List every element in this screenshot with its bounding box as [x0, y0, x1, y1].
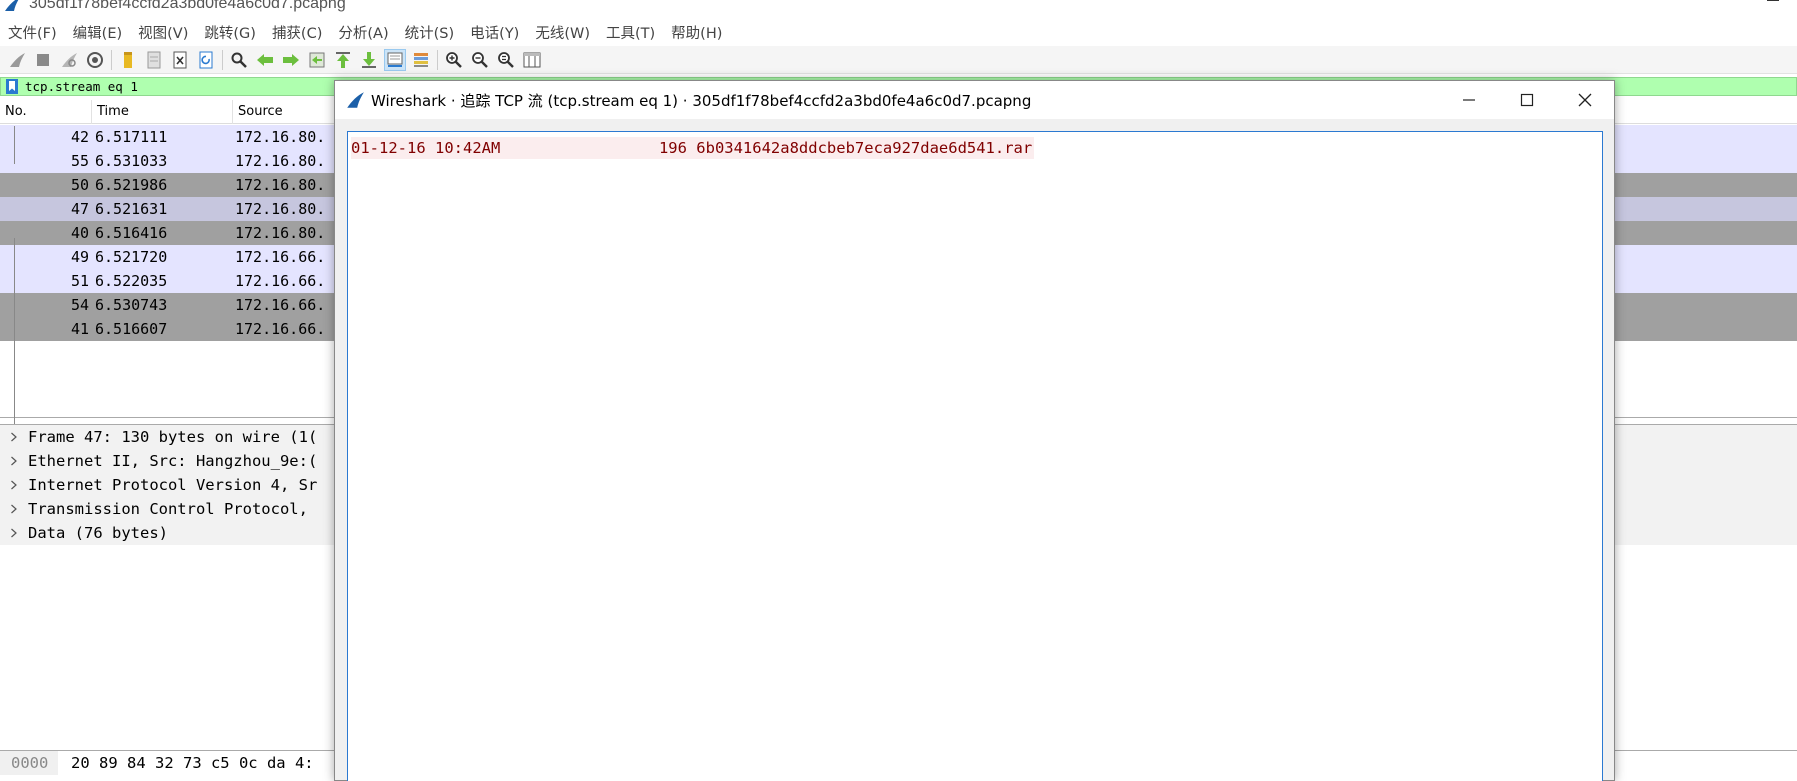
detail-tree-label: Frame 47: 130 bytes on wire (1(: [28, 428, 318, 446]
follow-tcp-stream-dialog: Wireshark · 追踪 TCP 流 (tcp.stream eq 1) ·…: [334, 80, 1615, 781]
packet-time: 6.531033: [95, 152, 168, 170]
detail-tree-label: Internet Protocol Version 4, Sr: [28, 476, 318, 494]
restart-capture-icon[interactable]: [58, 49, 80, 71]
chevron-right-icon[interactable]: [0, 480, 28, 490]
toolbar-separator: [437, 49, 438, 70]
bookmark-icon[interactable]: [5, 79, 19, 94]
bytes-hex[interactable]: 20 89 84 32 73 c5 0c da 4:: [71, 754, 314, 772]
menu-help[interactable]: 帮助(H): [663, 22, 730, 43]
detail-tree-label: Data (76 bytes): [28, 524, 168, 542]
packet-time: 6.522035: [95, 272, 168, 290]
packet-time: 6.521986: [95, 176, 168, 194]
bytes-offset: 0000: [0, 751, 58, 775]
packet-no: 50: [70, 176, 89, 194]
go-first-icon[interactable]: [332, 49, 354, 71]
menu-go[interactable]: 跳转(G): [196, 22, 264, 43]
autoscroll-icon[interactable]: [384, 48, 406, 71]
packet-time: 6.521631: [95, 200, 168, 218]
reload-file-icon[interactable]: [195, 49, 217, 71]
conversation-tree-line: [14, 126, 15, 164]
zoom-out-icon[interactable]: [469, 49, 491, 71]
stop-capture-icon[interactable]: [32, 49, 54, 71]
menu-statistics[interactable]: 统计(S): [397, 22, 463, 43]
menu-tools[interactable]: 工具(T): [598, 22, 663, 43]
menu-analyze[interactable]: 分析(A): [330, 22, 396, 43]
shark-fin-start-icon[interactable]: [6, 49, 28, 71]
minimize-icon: [1463, 99, 1475, 101]
dialog-close-button[interactable]: [1556, 81, 1614, 119]
go-forward-icon[interactable]: [280, 49, 302, 71]
close-icon: [1578, 93, 1592, 107]
detail-tree-label: Ethernet II, Src: Hangzhou_9e:(: [28, 452, 318, 470]
zoom-normal-icon[interactable]: [495, 49, 517, 71]
display-filter-input[interactable]: tcp.stream eq 1: [25, 79, 138, 94]
find-packet-icon[interactable]: [228, 49, 250, 71]
column-header-no[interactable]: No.: [0, 99, 92, 124]
menu-file[interactable]: 文件(F): [0, 22, 65, 43]
menu-telephony[interactable]: 电话(Y): [462, 22, 527, 43]
main-window-titlebar: 305df1f78bef4ccfd2a3bd0fe4a6c0d7.pcapng: [0, 0, 1797, 14]
main-window-title: 305df1f78bef4ccfd2a3bd0fe4a6c0d7.pcapng: [29, 0, 346, 12]
packet-time: 6.517111: [95, 128, 168, 146]
open-file-icon[interactable]: [117, 49, 139, 71]
packet-time: 6.521720: [95, 248, 168, 266]
packet-time: 6.516607: [95, 320, 168, 338]
menu-edit[interactable]: 编辑(E): [65, 22, 130, 43]
zoom-in-icon[interactable]: [443, 49, 465, 71]
chevron-right-icon[interactable]: [0, 432, 28, 442]
maximize-icon: [1520, 93, 1534, 107]
wireshark-fin-icon: [5, 0, 19, 11]
dialog-title: Wireshark · 追踪 TCP 流 (tcp.stream eq 1) ·…: [371, 91, 1032, 110]
packet-no: 47: [70, 200, 89, 218]
packet-time: 6.516416: [95, 224, 168, 242]
detail-tree-label: Transmission Control Protocol,: [28, 500, 308, 518]
packet-time: 6.530743: [95, 296, 168, 314]
menu-view[interactable]: 视图(V): [130, 22, 196, 43]
stream-client-data: 01-12-16 10:42AM 196 6b0341642a8ddcbeb7e…: [351, 137, 1035, 159]
go-back-icon[interactable]: [254, 49, 276, 71]
toolbar-separator: [222, 49, 223, 70]
save-file-icon[interactable]: [143, 49, 165, 71]
dialog-maximize-button[interactable]: [1498, 81, 1556, 119]
menu-bar: 文件(F) 编辑(E) 视图(V) 跳转(G) 捕获(C) 分析(A) 统计(S…: [0, 20, 1797, 44]
resize-columns-icon[interactable]: [521, 49, 543, 71]
menu-wireless[interactable]: 无线(W): [527, 22, 598, 43]
dialog-titlebar: Wireshark · 追踪 TCP 流 (tcp.stream eq 1) ·…: [335, 81, 1614, 119]
go-last-icon[interactable]: [358, 49, 380, 71]
conversation-tree-line: [14, 238, 15, 438]
dialog-minimize-button[interactable]: [1440, 81, 1498, 119]
main-toolbar: [0, 46, 1797, 74]
column-header-time[interactable]: Time: [92, 99, 233, 124]
chevron-right-icon[interactable]: [0, 504, 28, 514]
close-file-icon[interactable]: [169, 49, 191, 71]
toolbar-separator: [111, 49, 112, 70]
chevron-right-icon[interactable]: [0, 456, 28, 466]
chevron-right-icon[interactable]: [0, 528, 28, 538]
colorize-icon[interactable]: [410, 49, 432, 71]
stream-content-area[interactable]: 01-12-16 10:42AM 196 6b0341642a8ddcbeb7e…: [347, 131, 1603, 781]
menu-capture[interactable]: 捕获(C): [264, 22, 330, 43]
capture-options-icon[interactable]: [84, 49, 106, 71]
minimize-icon[interactable]: [1767, 0, 1779, 1]
wireshark-fin-icon: [347, 92, 364, 108]
go-to-packet-icon[interactable]: [306, 49, 328, 71]
